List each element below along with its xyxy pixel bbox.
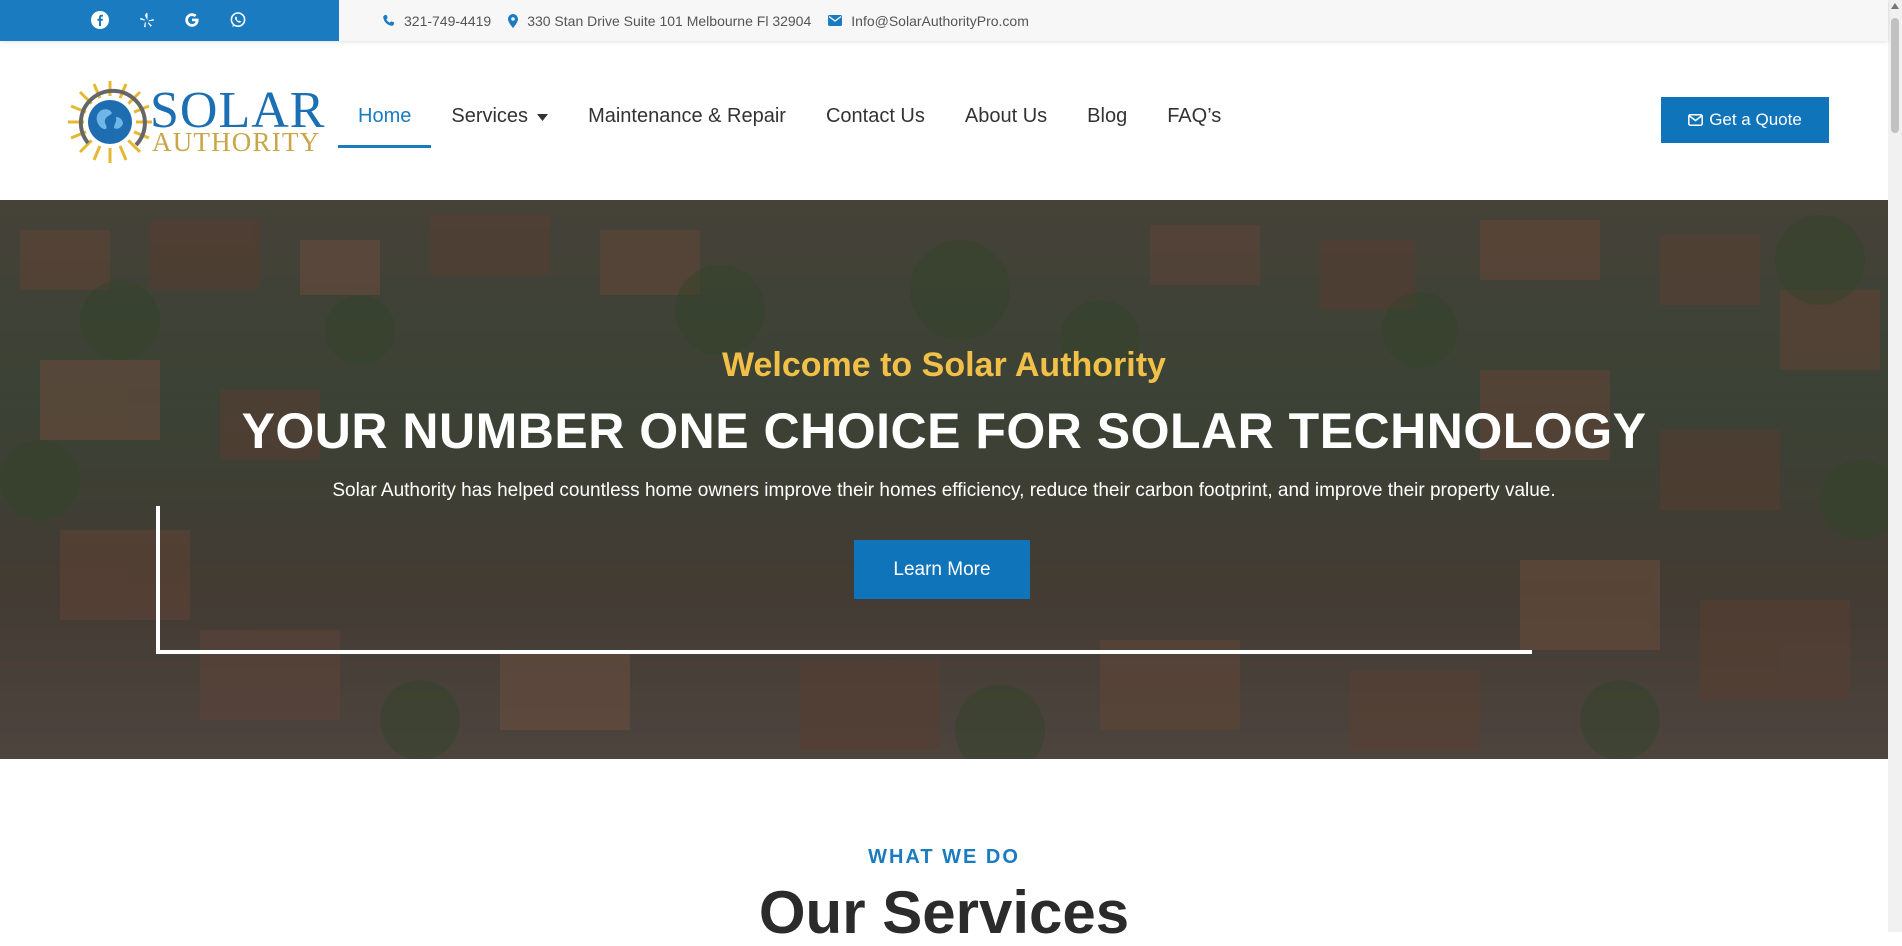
nav-blog-label: Blog: [1087, 105, 1128, 127]
phone-icon: [383, 14, 395, 26]
section-heading: Our Services: [758, 879, 1130, 946]
page-scrollbar[interactable]: [1888, 0, 1902, 932]
hero-decorative-frame: [156, 506, 1532, 654]
hero-text: Solar Authority has helped countless hom…: [332, 480, 1556, 501]
hero-title: YOUR NUMBER ONE CHOICE FOR SOLAR TECHNOL…: [241, 403, 1647, 459]
scrollbar-thumb[interactable]: [1891, 18, 1899, 133]
email-link[interactable]: Info@SolarAuthorityPro.com: [828, 13, 1029, 29]
hero-section: Welcome to Solar Authority YOUR NUMBER O…: [0, 200, 1888, 759]
envelope-icon: [1688, 114, 1704, 126]
google-icon[interactable]: [181, 9, 203, 31]
top-bar: 321-749-4419 330 Stan Drive Suite 101 Me…: [0, 0, 1888, 41]
nav-maintenance-label: Maintenance & Repair: [588, 105, 786, 127]
nav-services-label: Services: [451, 105, 529, 127]
site-header: SOLAR AUTHORITY Home Services Maintenanc…: [0, 41, 1888, 200]
address-link[interactable]: 330 Stan Drive Suite 101 Melbourne Fl 32…: [508, 13, 811, 29]
phone-link[interactable]: 321-749-4419: [382, 13, 491, 29]
facebook-icon[interactable]: [89, 9, 111, 31]
envelope-icon: [828, 15, 843, 26]
contact-info: 321-749-4419 330 Stan Drive Suite 101 Me…: [382, 0, 1046, 41]
site-logo[interactable]: SOLAR AUTHORITY: [64, 77, 324, 167]
caret-down-icon: [537, 114, 549, 121]
hero-subtitle: Welcome to Solar Authority: [722, 346, 1166, 384]
nav-faq[interactable]: FAQ’s: [1147, 105, 1241, 141]
nav-contact-label: Contact Us: [825, 105, 925, 127]
nav-about-us[interactable]: About Us: [945, 105, 1067, 141]
sun-globe-logo-icon: [68, 81, 152, 163]
learn-more-label: Learn More: [893, 558, 991, 580]
nav-services[interactable]: Services: [431, 105, 568, 141]
get-quote-button[interactable]: Get a Quote: [1661, 97, 1829, 143]
get-quote-label: Get a Quote: [1709, 110, 1802, 129]
whatsapp-icon[interactable]: [227, 9, 249, 31]
yelp-icon[interactable]: [136, 9, 158, 31]
learn-more-button[interactable]: Learn More: [854, 540, 1030, 599]
phone-number: 321-749-4419: [404, 12, 492, 29]
nav-home-label: Home: [358, 105, 412, 127]
section-eyebrow: WHAT WE DO: [868, 846, 1020, 868]
nav-faq-label: FAQ’s: [1167, 105, 1222, 127]
nav-contact-us[interactable]: Contact Us: [806, 105, 945, 141]
main-nav: Home Services Maintenance & Repair Conta…: [338, 105, 1241, 148]
nav-about-label: About Us: [964, 105, 1048, 127]
map-marker-icon: [508, 13, 519, 28]
scroll-up-arrow-icon[interactable]: [1891, 3, 1899, 9]
nav-home[interactable]: Home: [338, 105, 432, 148]
logo-word-authority: AUTHORITY: [152, 127, 321, 157]
email-text: Info@SolarAuthorityPro.com: [851, 12, 1029, 29]
nav-blog[interactable]: Blog: [1067, 105, 1147, 141]
address-text: 330 Stan Drive Suite 101 Melbourne Fl 32…: [527, 12, 812, 29]
social-links: [0, 0, 339, 41]
nav-maintenance-repair[interactable]: Maintenance & Repair: [568, 105, 806, 141]
